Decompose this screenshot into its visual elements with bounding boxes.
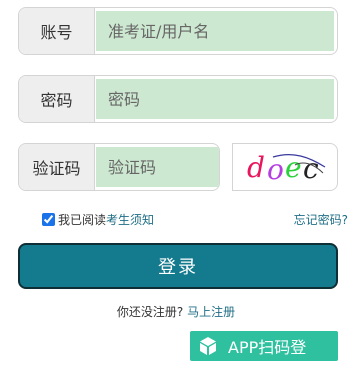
register-prompt: 你还没注册? xyxy=(116,305,184,319)
agreement-text: 我已阅读 xyxy=(58,212,107,227)
password-input[interactable] xyxy=(96,79,334,119)
forgot-password-link[interactable]: 忘记密码? xyxy=(294,209,348,229)
captcha-field: 验证码 xyxy=(18,143,220,191)
captcha-graphic: d o e c xyxy=(247,151,326,186)
agreement-row[interactable]: 我已阅读 考生须知 xyxy=(42,209,154,229)
account-label: 账号 xyxy=(19,8,95,54)
exam-notice-link[interactable]: 考生须知 xyxy=(106,211,154,228)
password-label: 密码 xyxy=(19,76,95,122)
password-field: 密码 xyxy=(18,75,338,123)
login-button[interactable]: 登录 xyxy=(18,243,338,289)
account-input[interactable] xyxy=(96,11,334,51)
captcha-char: d xyxy=(247,151,265,184)
register-link[interactable]: 马上注册 xyxy=(187,305,235,319)
agreement-checkbox[interactable] xyxy=(42,212,55,226)
captcha-input[interactable] xyxy=(96,147,219,187)
register-row: 你还没注册? 马上注册 xyxy=(0,303,352,320)
app-scan-label: APP扫码登 xyxy=(228,338,307,357)
captcha-image[interactable]: d o e c xyxy=(232,143,338,191)
cube-icon xyxy=(200,337,216,355)
account-field: 账号 xyxy=(18,7,338,55)
app-scan-button[interactable]: APP扫码登 xyxy=(190,331,338,361)
captcha-label: 验证码 xyxy=(19,144,95,190)
captcha-char: o xyxy=(267,153,284,186)
